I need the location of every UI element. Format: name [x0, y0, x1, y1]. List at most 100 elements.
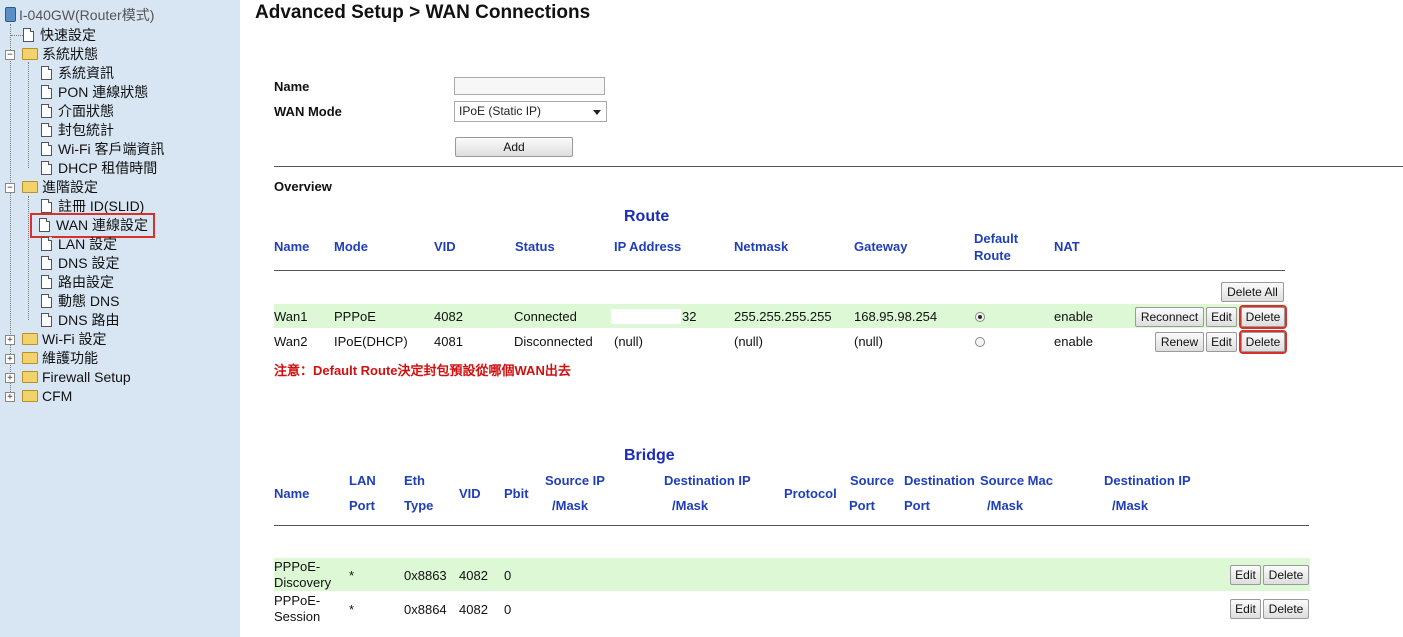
- expand-icon[interactable]: +: [5, 335, 15, 345]
- bridge-cell-name-line: Discovery: [274, 575, 332, 590]
- route-cell-gateway: (null): [854, 334, 883, 349]
- route-cell-vid: 4081: [434, 334, 463, 349]
- reconnect-button[interactable]: Reconnect: [1135, 307, 1204, 327]
- tree-item-label: 維護功能: [42, 350, 98, 366]
- route-header-default-route: Default Route: [974, 231, 1019, 263]
- tree-root-label: I-040GW(Router模式): [19, 7, 155, 23]
- tree-folder-cfm[interactable]: CFM: [22, 387, 72, 406]
- page-icon: [41, 313, 52, 327]
- bridge-header-dest-port-2: Port: [904, 498, 930, 513]
- bridge-header-dest-ip-1: Destination IP: [664, 473, 751, 488]
- tree-item-dns-route[interactable]: DNS 路由: [41, 311, 119, 330]
- tree-item-dns-settings[interactable]: DNS 設定: [41, 254, 119, 273]
- delete-button[interactable]: Delete: [1239, 305, 1287, 329]
- expand-icon[interactable]: +: [5, 373, 15, 383]
- page-icon: [41, 237, 52, 251]
- expand-icon[interactable]: +: [5, 392, 15, 402]
- route-header-status: Status: [515, 239, 555, 254]
- default-route-radio[interactable]: [975, 312, 985, 322]
- tree-item-system-info[interactable]: 系統資訊: [41, 64, 114, 83]
- tree-item-interface-status[interactable]: 介面狀態: [41, 102, 114, 121]
- bridge-cell-eth-type: 0x8863: [404, 568, 447, 583]
- tree-item-routing[interactable]: 路由設定: [41, 273, 114, 292]
- route-cell-nat: enable: [1054, 309, 1094, 324]
- bridge-header-dest-ip2-2: /Mask: [1112, 498, 1149, 513]
- bridge-cell-name-line: PPPoE-: [274, 593, 321, 608]
- route-header-netmask: Netmask: [734, 239, 789, 254]
- tree-item-lan-settings[interactable]: LAN 設定: [41, 235, 117, 254]
- tree-item-wan-settings[interactable]: WAN 連線設定: [29, 213, 156, 238]
- bridge-header-lan-port-1: LAN: [349, 473, 376, 488]
- edit-button[interactable]: Edit: [1230, 599, 1261, 619]
- page-icon: [41, 123, 52, 137]
- bridge-cell-pbit: 0: [504, 568, 512, 583]
- bridge-header-vid: VID: [459, 486, 481, 501]
- wan-mode-label: WAN Mode: [274, 104, 342, 119]
- route-header-divider: [274, 270, 1285, 271]
- bridge-cell-name-line: PPPoE-: [274, 559, 321, 574]
- route-cell-ip: 32: [682, 309, 697, 324]
- delete-button[interactable]: Delete: [1239, 330, 1287, 354]
- bridge-header-source-mac-1: Source Mac: [980, 473, 1053, 488]
- tree-folder-maintenance[interactable]: 維護功能: [22, 349, 98, 368]
- chevron-down-icon: [593, 110, 601, 115]
- add-button[interactable]: Add: [455, 137, 573, 157]
- tree-folder-wifi[interactable]: Wi-Fi 設定: [22, 330, 107, 349]
- delete-all-button[interactable]: Delete All: [1221, 282, 1284, 302]
- bridge-header-eth-type-2: Type: [404, 498, 434, 513]
- default-route-radio[interactable]: [975, 337, 985, 347]
- bridge-header-lan-port-2: Port: [349, 498, 375, 513]
- tree-line: [28, 196, 29, 320]
- tree-item-dhcp-lease[interactable]: DHCP 租借時間: [41, 159, 157, 178]
- delete-button[interactable]: Delete: [1263, 565, 1309, 585]
- redacted-ip-mask: [611, 309, 681, 324]
- edit-button[interactable]: Edit: [1206, 307, 1237, 327]
- tree-item-label: 系統資訊: [58, 65, 114, 81]
- bridge-section-title: Bridge: [624, 447, 675, 464]
- sidebar-tree: I-040GW(Router模式) 快速設定 − 系統狀態 系統資訊 PON 連…: [0, 0, 240, 637]
- route-cell-gateway: 168.95.98.254: [854, 309, 938, 324]
- bridge-cell-name-line: Session: [274, 609, 321, 624]
- bridge-header-name: Name: [274, 486, 310, 501]
- tree-item-packet-stats[interactable]: 封包統計: [41, 121, 114, 140]
- bridge-header-dest-ip-2: /Mask: [672, 498, 709, 513]
- tree-folder-status[interactable]: 系統狀態: [22, 45, 98, 64]
- bridge-header-source-ip-2: /Mask: [552, 498, 589, 513]
- collapse-icon[interactable]: −: [5, 183, 15, 193]
- name-input[interactable]: [454, 77, 605, 95]
- route-cell-status: Connected: [514, 309, 577, 324]
- tree-item-label: 動態 DNS: [58, 293, 120, 309]
- tree-item-label: 系統狀態: [42, 46, 98, 62]
- bridge-header-source-port-2: Port: [849, 498, 875, 513]
- page-icon: [41, 85, 52, 99]
- tree-item-quick-setup[interactable]: 快速設定: [23, 26, 96, 45]
- tree-item-wifi-clients[interactable]: Wi-Fi 客戶端資訊: [41, 140, 165, 159]
- tree-root[interactable]: I-040GW(Router模式): [5, 6, 154, 25]
- tree-item-slid[interactable]: 註冊 ID(SLID): [41, 197, 144, 216]
- expand-icon[interactable]: +: [5, 354, 15, 364]
- tree-item-label: Wi-Fi 設定: [42, 331, 107, 347]
- collapse-icon[interactable]: −: [5, 50, 15, 60]
- renew-button[interactable]: Renew: [1155, 332, 1204, 352]
- wan-mode-select[interactable]: IPoE (Static IP): [454, 101, 607, 122]
- tree-item-ddns[interactable]: 動態 DNS: [41, 292, 119, 311]
- default-route-note: 注意：Default Route決定封包預設從哪個WAN出去: [274, 363, 571, 378]
- tree-folder-firewall[interactable]: Firewall Setup: [22, 368, 131, 387]
- page-title: Advanced Setup > WAN Connections: [255, 2, 591, 23]
- edit-button[interactable]: Edit: [1230, 565, 1261, 585]
- tree-line: [28, 62, 29, 168]
- route-cell-nat: enable: [1054, 334, 1094, 349]
- tree-item-label: 快速設定: [40, 27, 96, 43]
- page-icon: [41, 256, 52, 270]
- tree-item-pon-status[interactable]: PON 連線狀態: [41, 83, 148, 102]
- tree-item-label: 進階設定: [42, 179, 98, 195]
- edit-button[interactable]: Edit: [1206, 332, 1237, 352]
- bridge-cell-lan-port: *: [349, 568, 355, 583]
- tree-item-label: WAN 連線設定: [56, 217, 149, 233]
- route-cell-netmask: (null): [734, 334, 763, 349]
- delete-button[interactable]: Delete: [1263, 599, 1309, 619]
- tree-folder-advanced[interactable]: 進階設定: [22, 178, 98, 197]
- page-icon: [41, 294, 52, 308]
- folder-icon: [22, 48, 38, 60]
- route-header-ip: IP Address: [614, 239, 682, 254]
